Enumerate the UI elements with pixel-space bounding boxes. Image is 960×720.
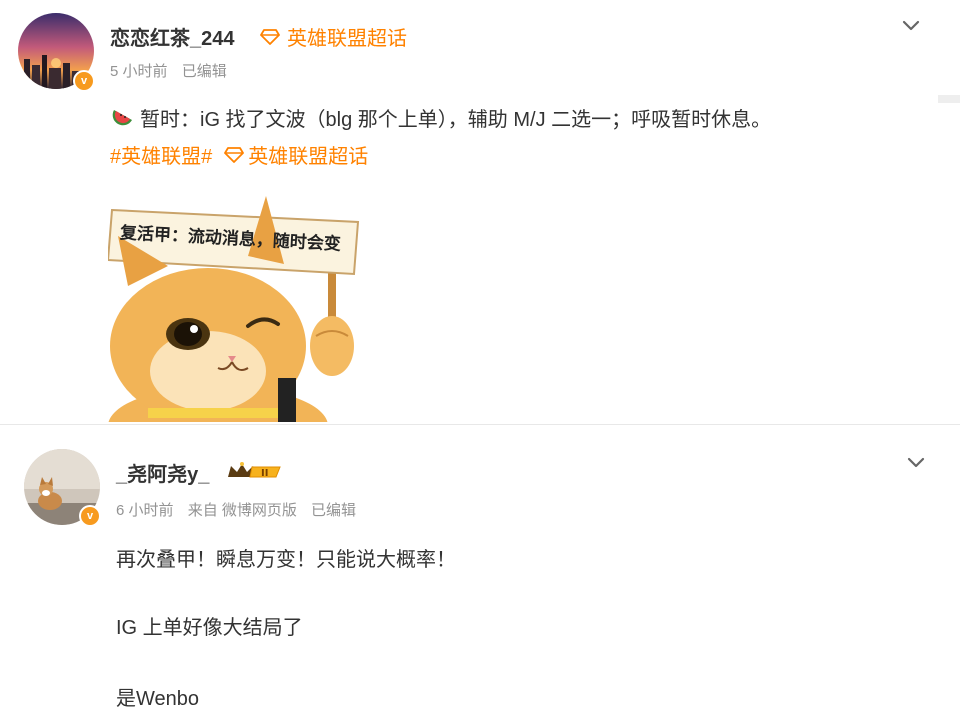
super-topic-label: 英雄联盟超话 (287, 28, 407, 50)
username[interactable]: 恋恋红茶_244 (110, 22, 235, 51)
edited-label[interactable]: 已编辑 (182, 63, 227, 80)
chevron-down-icon[interactable] (900, 14, 922, 36)
post-source[interactable]: 来自 微博网页版 (188, 502, 297, 519)
verified-badge-icon: v (79, 505, 101, 527)
level-text: II (261, 468, 268, 479)
topic-line: #英雄联盟# 英雄联盟超话 (110, 140, 368, 169)
edited-label[interactable]: 已编辑 (311, 502, 356, 519)
username[interactable]: _尧阿尧y_ (116, 458, 209, 487)
post-meta: 5 小时前 已编辑 (110, 60, 237, 81)
chevron-down-icon[interactable] (905, 451, 927, 473)
verified-badge-icon: v (73, 70, 95, 92)
hashtag-link[interactable]: #英雄联盟# (110, 140, 212, 169)
post-content-line-1: 再次叠甲！瞬息万变！只能说大概率！ (116, 549, 456, 571)
post-content: 暂时：iG 找了文波（blg 那个上单），辅助 M/J 二选一；呼吸暂时休息。 (140, 109, 772, 131)
diamond-icon (260, 28, 280, 45)
watermelon-icon (112, 110, 132, 126)
post-content-line-3: 是Wenbo (116, 688, 200, 710)
post-meta: 6 小时前 来自 微博网页版 已编辑 (116, 499, 366, 520)
crown-level-icon[interactable]: II (226, 461, 284, 483)
weibo-post: v _尧阿尧y_ II 6 小时前 来自 微博网页版 已编辑 再次叠甲！瞬息万变… (0, 424, 960, 720)
super-topic-link[interactable]: 英雄联盟超话 (260, 22, 407, 51)
post-time[interactable]: 6 小时前 (116, 502, 174, 519)
scroll-indicator (938, 95, 960, 103)
diamond-icon (224, 146, 245, 163)
post-content-line-2: IG 上单好像大结局了 (116, 617, 303, 639)
post-time[interactable]: 5 小时前 (110, 63, 168, 80)
sticker-image[interactable]: 复活甲：流动消息，随时会变 (108, 196, 360, 422)
super-topic-link-2[interactable]: 英雄联盟超话 (248, 140, 368, 169)
weibo-post: v 恋恋红茶_244 英雄联盟超话 5 小时前 已编辑 暂时：iG 找了文波（b… (0, 0, 960, 422)
